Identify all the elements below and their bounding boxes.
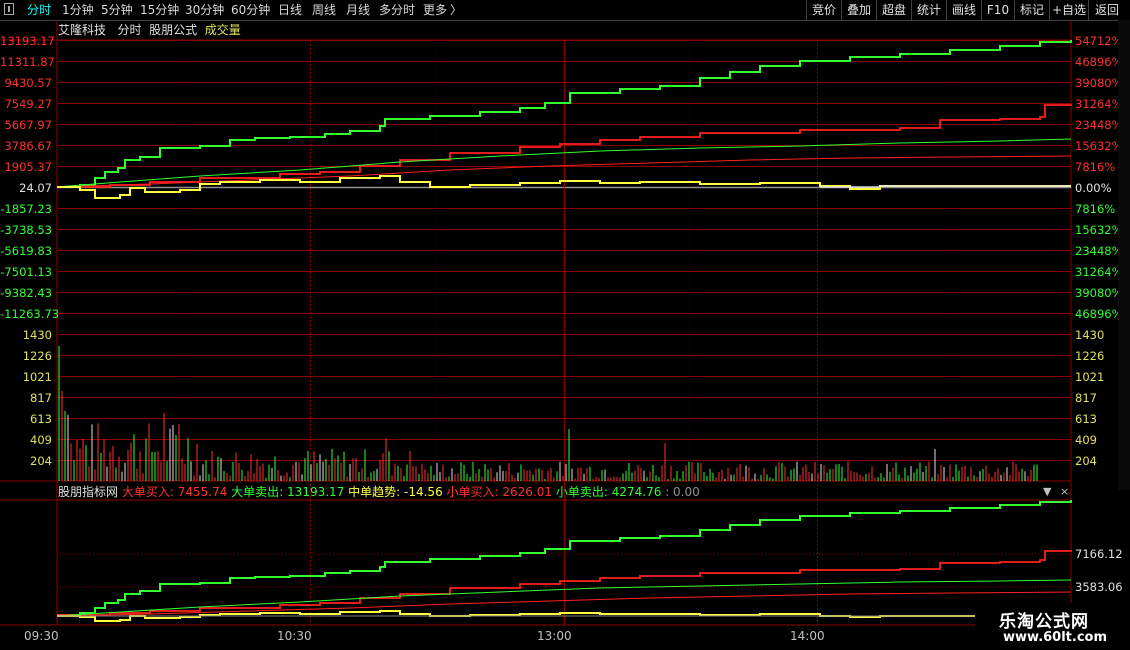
volume-tick: 613 [30, 412, 52, 426]
volume-tick: 409 [1075, 433, 1097, 447]
percent-tick: 31264% [1075, 265, 1123, 279]
mid-trend-value: -14.56 [404, 485, 443, 499]
volume-tick: 613 [1075, 412, 1097, 426]
price-tick: -3738.53 [0, 223, 52, 237]
small-buy-value: 2626.01 [502, 485, 553, 499]
price-tick: 7549.27 [4, 97, 52, 111]
price-tick: -5619.83 [0, 244, 52, 258]
big-sell-label: 大单卖出 [231, 485, 280, 499]
small-buy-label: 小单买入 [446, 485, 495, 499]
percent-tick: 39080% [1075, 286, 1123, 300]
volume-tick: 1226 [22, 349, 52, 363]
percent-tick: 15632% [1075, 223, 1123, 237]
volume-tick: 1430 [1075, 328, 1105, 342]
time-tick: 14:00 [790, 629, 825, 643]
volume-tick: 817 [30, 391, 52, 405]
volume-tick: 1021 [1075, 370, 1105, 384]
price-tick: 11311.87 [0, 55, 55, 69]
percent-tick: 7816% [1075, 202, 1116, 216]
big-buy-label: 大单买入 [121, 485, 170, 499]
indicator-tick: 7166.12 [1075, 547, 1123, 561]
volume-tick: 204 [1075, 454, 1097, 468]
indicator-name[interactable]: 股朋指标网 [58, 485, 118, 499]
right-side-scrollbar[interactable] [1118, 20, 1130, 490]
extra-value: : 0.00 [665, 485, 700, 499]
volume-tick: 1021 [22, 370, 52, 384]
price-tick: 9430.57 [4, 76, 52, 90]
volume-tick: 204 [30, 454, 52, 468]
indicator-close-icon[interactable]: × [1060, 485, 1069, 498]
small-sell-label: 小单卖出 [555, 485, 604, 499]
big-buy-value: 7455.74 [177, 485, 228, 499]
mid-trend-label: 中单趋势 [348, 485, 397, 499]
price-tick: -11263.73 [0, 307, 60, 321]
percent-tick: 46896% [1075, 55, 1123, 69]
indicator-tick: 3583.06 [1075, 580, 1123, 594]
indicator-dropdown-icon[interactable]: ▼ [1043, 485, 1051, 498]
volume-tick: 1226 [1075, 349, 1105, 363]
percent-tick: 23448% [1075, 118, 1123, 132]
volume-tick: 817 [1075, 391, 1097, 405]
price-tick: 1905.37 [4, 160, 52, 174]
percent-tick: 15632% [1075, 139, 1123, 153]
watermark-logo: 乐淘公式网 www.60lt.com [975, 603, 1130, 650]
big-sell-value: 13193.17 [287, 485, 345, 499]
volume-tick: 409 [30, 433, 52, 447]
price-tick: -9382.43 [0, 286, 52, 300]
price-tick: 5667.97 [4, 118, 52, 132]
percent-tick-base: 0.00% [1075, 181, 1112, 195]
price-tick-base: 24.07 [19, 181, 52, 195]
price-tick: 13193.17 [0, 34, 55, 48]
price-tick: -1857.23 [0, 202, 52, 216]
time-tick: 13:00 [537, 629, 572, 643]
price-tick: 3786.67 [4, 139, 52, 153]
percent-tick: 39080% [1075, 76, 1123, 90]
time-tick: 09:30 [24, 629, 59, 643]
indicator-header: 股朋指标网 大单买入: 7455.74 大单卖出: 13193.17 中单趋势:… [58, 485, 700, 499]
small-sell-value: 4274.76 [611, 485, 662, 499]
volume-tick: 1430 [22, 328, 52, 342]
price-tick: -7501.13 [0, 265, 52, 279]
percent-tick: 7816% [1075, 160, 1116, 174]
percent-tick: 31264% [1075, 97, 1123, 111]
percent-tick: 46896% [1075, 307, 1123, 321]
chart-canvas[interactable] [0, 0, 1130, 650]
percent-tick: 54712% [1075, 34, 1123, 48]
grid-lines [0, 20, 1072, 626]
time-tick: 10:30 [277, 629, 312, 643]
percent-tick: 23448% [1075, 244, 1123, 258]
watermark-title: 乐淘公式网 [999, 612, 1089, 632]
watermark-url: www.60lt.com [1003, 630, 1108, 645]
